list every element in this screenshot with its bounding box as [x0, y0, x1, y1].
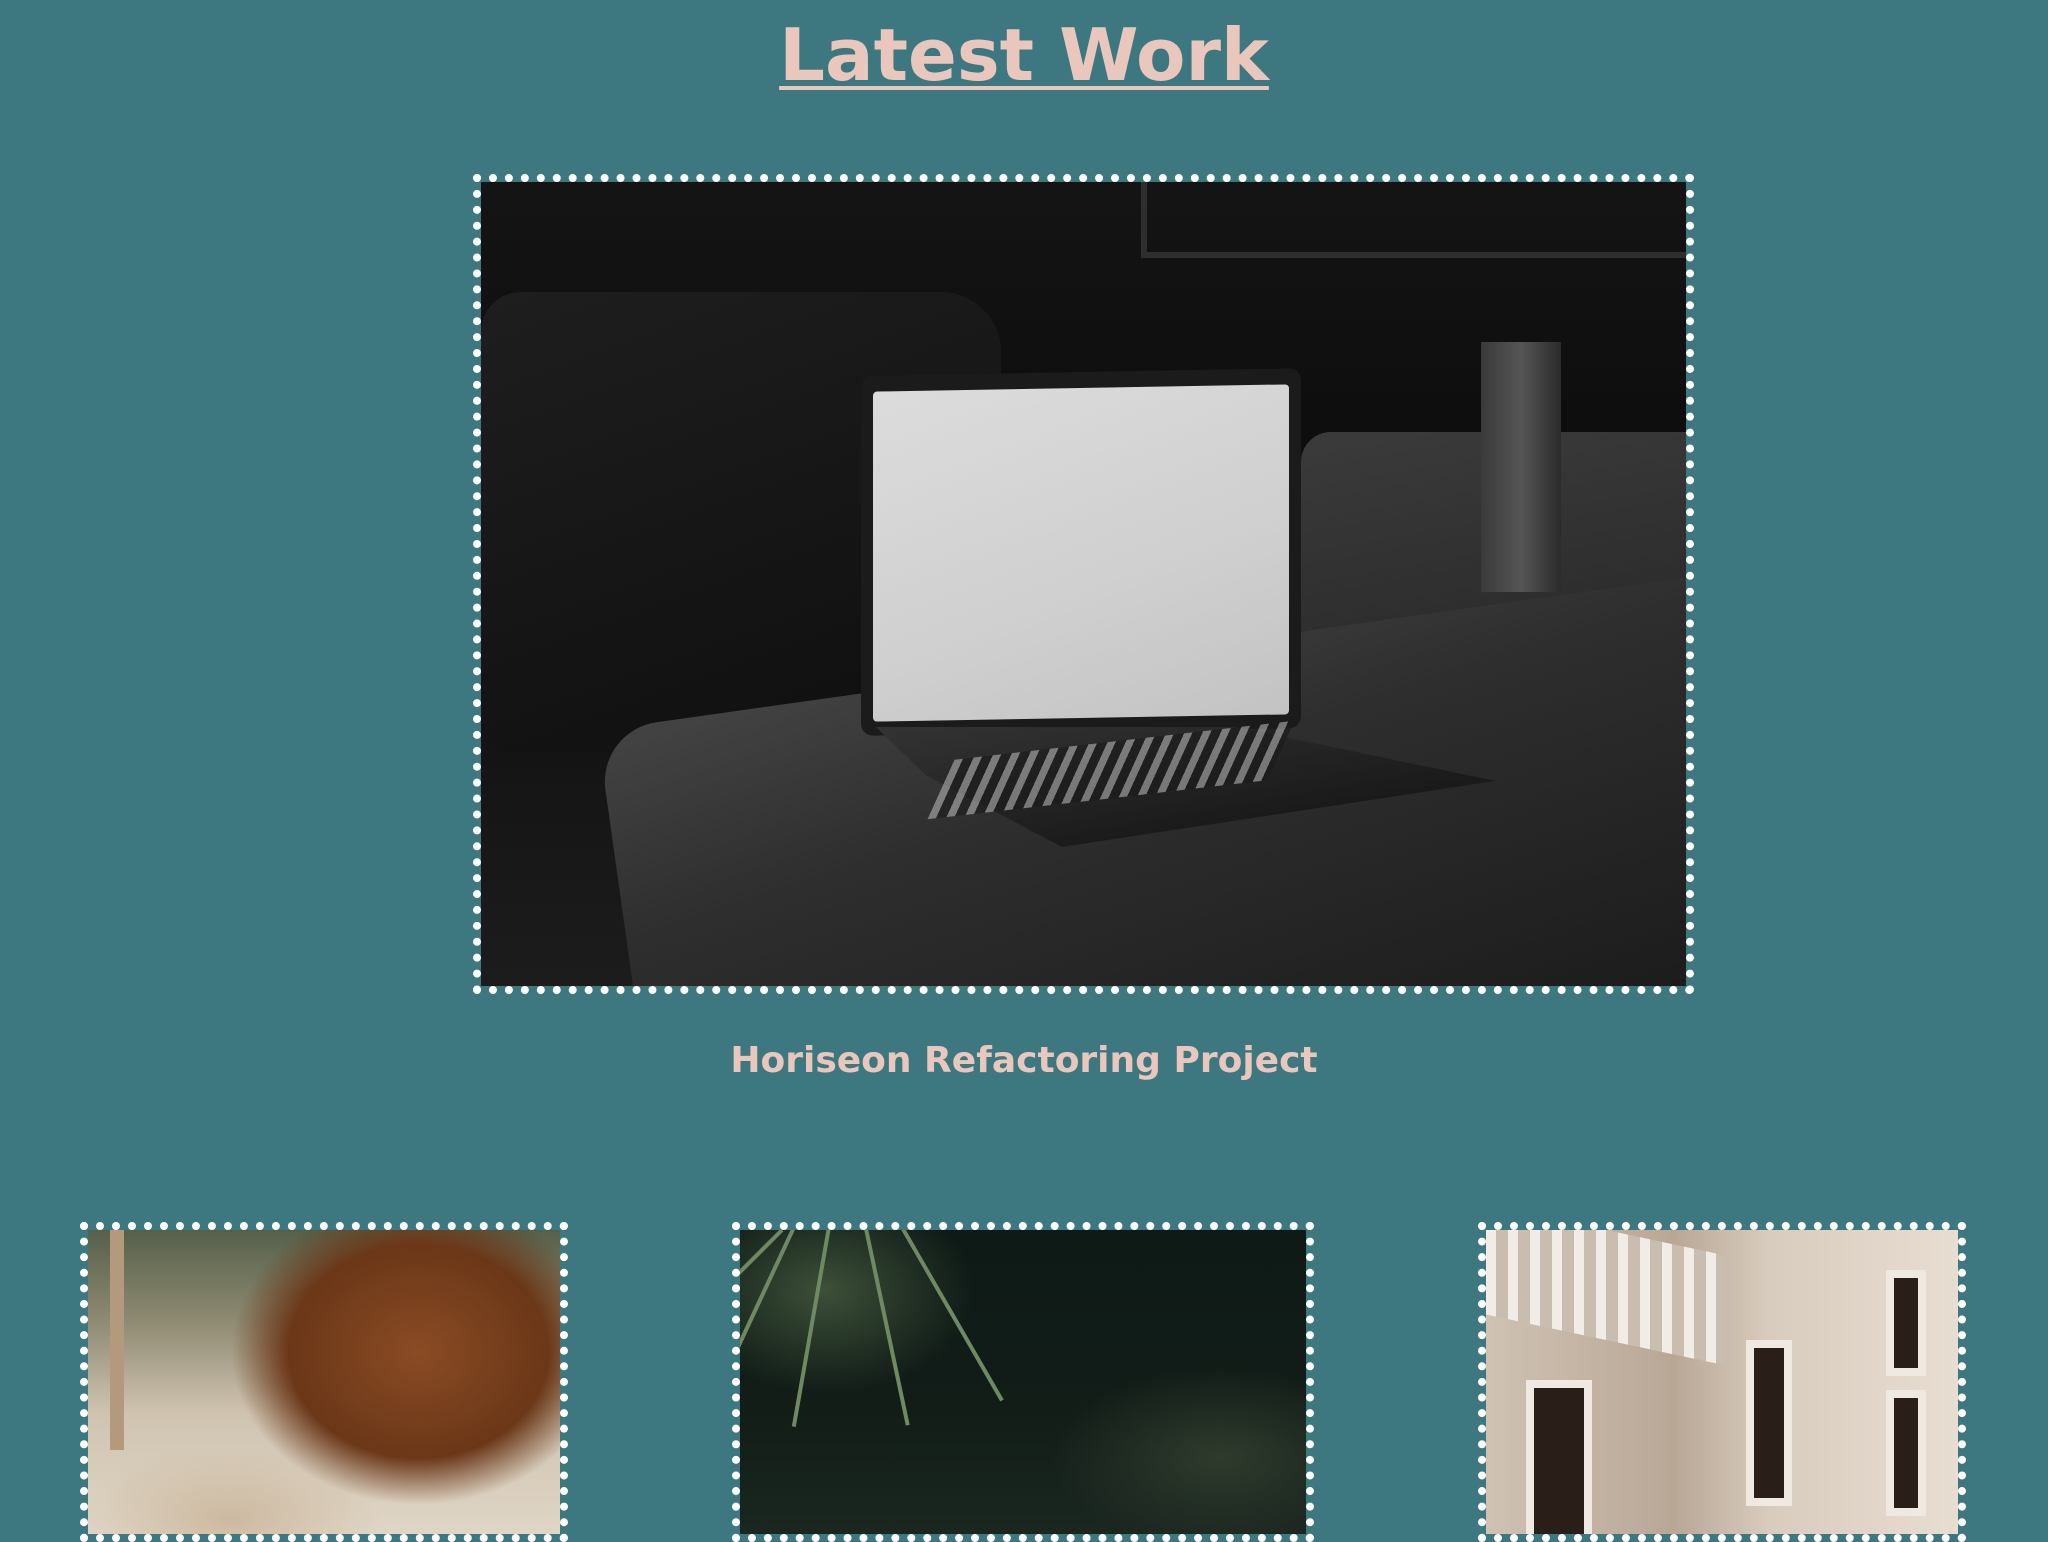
person-in-brown-headscarf-photo: [88, 1230, 560, 1534]
latest-work-link[interactable]: Latest Work: [779, 13, 1269, 97]
laptop-on-sofa-photo: [481, 182, 1686, 986]
featured-project-image[interactable]: [473, 174, 1694, 994]
featured-project-caption: Horiseon Refactoring Project: [730, 1040, 1318, 1081]
section-title: Latest Work: [0, 12, 2048, 98]
white-building-facade-photo: [1486, 1230, 1958, 1534]
project-card-3[interactable]: [1478, 1222, 1966, 1542]
project-card-2[interactable]: [732, 1222, 1314, 1542]
dark-tropical-plants-photo: [740, 1230, 1306, 1534]
project-card-1[interactable]: [80, 1222, 568, 1542]
